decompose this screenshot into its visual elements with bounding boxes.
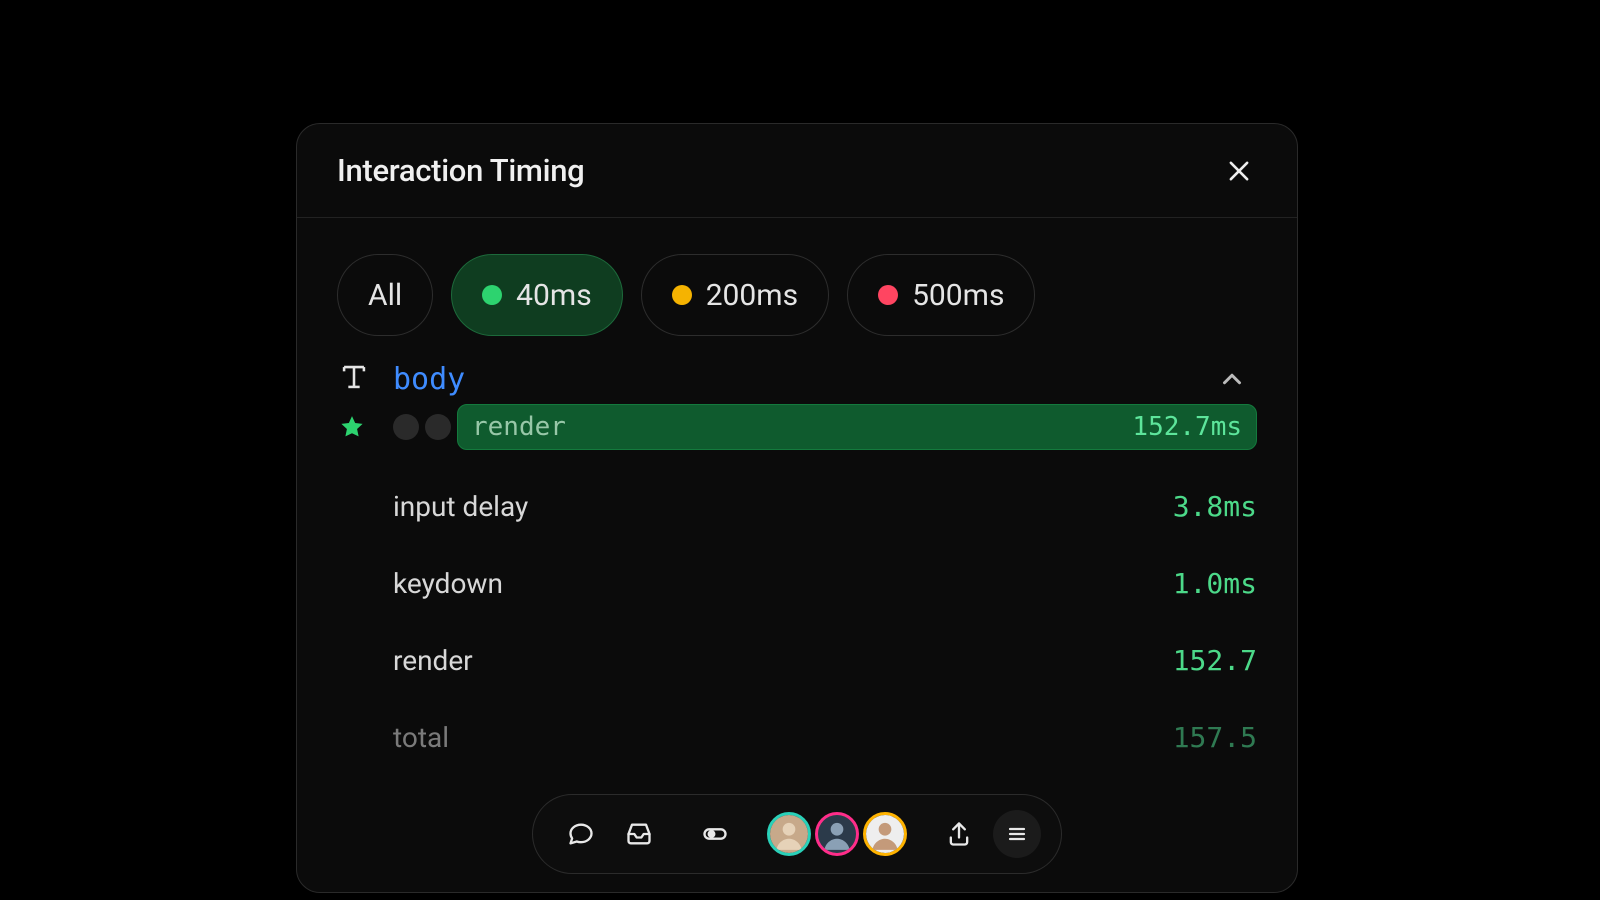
inbox-icon [625, 820, 653, 848]
metric-row-input-delay: input delay 3.8ms [393, 468, 1257, 545]
bar-track: render 152.7ms [393, 404, 1257, 450]
person-icon [770, 815, 808, 853]
filter-chip-200ms[interactable]: 200ms [641, 254, 829, 336]
more-menu-button[interactable] [993, 810, 1041, 858]
bar-prefix-dot [393, 414, 419, 440]
metric-value: 1.0ms [1173, 567, 1257, 600]
eye-toggle-icon [701, 820, 729, 848]
metric-label: render [393, 644, 473, 677]
metrics-list: input delay 3.8ms keydown 1.0ms render 1… [297, 450, 1297, 776]
element-name[interactable]: body [393, 362, 1217, 397]
metric-value: 152.7 [1173, 644, 1257, 677]
status-dot-yellow [672, 285, 692, 305]
person-icon [818, 815, 856, 853]
visibility-toggle-button[interactable] [691, 810, 739, 858]
status-dot-green [482, 285, 502, 305]
filter-chip-500ms[interactable]: 500ms [847, 254, 1035, 336]
panel-header: Interaction Timing [297, 124, 1297, 218]
render-bar[interactable]: render 152.7ms [457, 404, 1257, 450]
metric-row-keydown: keydown 1.0ms [393, 545, 1257, 622]
filter-chip-label: All [368, 278, 402, 313]
avatar[interactable] [815, 812, 859, 856]
filter-chip-label: 500ms [912, 278, 1004, 313]
comment-button[interactable] [557, 810, 605, 858]
chat-bubble-icon [567, 820, 595, 848]
person-icon [866, 815, 904, 853]
toolbar-group-actions [925, 810, 1051, 858]
toolbar-group-avatars [757, 812, 917, 856]
metric-label: input delay [393, 490, 528, 523]
filter-chip-all[interactable]: All [337, 254, 433, 336]
star-icon[interactable] [339, 414, 365, 440]
share-button[interactable] [935, 810, 983, 858]
close-icon [1225, 157, 1253, 185]
panel-title: Interaction Timing [337, 152, 584, 189]
text-type-icon [337, 360, 371, 394]
share-icon [945, 820, 973, 848]
metric-label: total [393, 721, 449, 754]
render-bar-value: 152.7ms [1132, 412, 1242, 442]
toolbar-group-comm [547, 810, 673, 858]
bar-prefix-dot [425, 414, 451, 440]
filter-chip-label: 40ms [516, 278, 592, 313]
close-button[interactable] [1221, 153, 1257, 189]
filter-row: All 40ms 200ms 500ms [297, 218, 1297, 336]
entry-header: body [337, 360, 1257, 398]
avatar[interactable] [863, 812, 907, 856]
hamburger-icon [1005, 822, 1029, 846]
filter-chip-40ms[interactable]: 40ms [451, 254, 623, 336]
metric-row-total: total 157.5 [393, 699, 1257, 776]
inbox-button[interactable] [615, 810, 663, 858]
toolbar-group-view [681, 810, 749, 858]
render-bar-label: render [472, 412, 566, 442]
floating-toolbar [532, 794, 1062, 874]
filter-chip-label: 200ms [706, 278, 798, 313]
star-column [337, 414, 393, 440]
metric-row-render: render 152.7 [393, 622, 1257, 699]
metric-value: 3.8ms [1173, 490, 1257, 523]
type-column [337, 360, 393, 398]
interaction-timing-panel: Interaction Timing All 40ms 200ms 500ms [296, 123, 1298, 893]
status-dot-red [878, 285, 898, 305]
timing-entry: body render 152.7ms [297, 336, 1297, 450]
metric-value: 157.5 [1173, 721, 1257, 754]
chevron-up-icon[interactable] [1217, 364, 1247, 394]
avatar[interactable] [767, 812, 811, 856]
entry-bar-row: render 152.7ms [337, 404, 1257, 450]
metric-label: keydown [393, 567, 503, 600]
